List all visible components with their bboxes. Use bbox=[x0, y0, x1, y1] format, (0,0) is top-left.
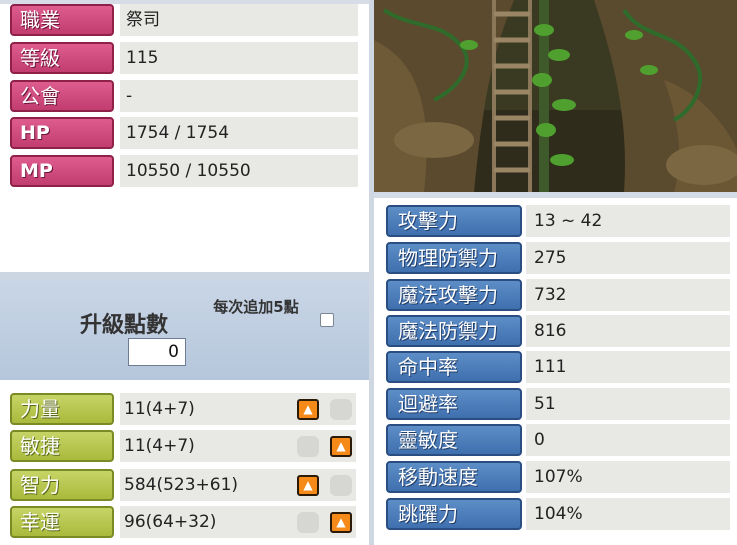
magic-def-value: 816 bbox=[526, 315, 730, 347]
dex-label: 敏捷 bbox=[10, 430, 114, 462]
combat-row-speed: 移動速度 107% bbox=[386, 461, 730, 493]
phys-def-value: 275 bbox=[526, 242, 730, 274]
stat-row-dex: 敏捷 11(4+7) ▲ bbox=[10, 430, 356, 462]
dex-disabled-slot bbox=[297, 436, 319, 457]
level-points-label: 升級點數 bbox=[80, 313, 169, 338]
combat-row-accuracy: 命中率 111 bbox=[386, 351, 730, 383]
info-row-mp: MP 10550 / 10550 bbox=[10, 155, 358, 187]
evasion-value: 51 bbox=[526, 388, 730, 420]
combat-row-evasion: 迴避率 51 bbox=[386, 388, 730, 420]
guild-value: - bbox=[120, 80, 358, 112]
magic-atk-value: 732 bbox=[526, 279, 730, 311]
stat-row-luk: 幸運 96(64+32) ▲ bbox=[10, 506, 356, 538]
agility-value: 0 bbox=[526, 424, 730, 456]
str-label: 力量 bbox=[10, 393, 114, 425]
level-value: 115 bbox=[120, 42, 358, 74]
level-points-input[interactable] bbox=[128, 338, 186, 366]
phys-def-label: 物理防禦力 bbox=[386, 242, 522, 274]
combat-row-magic-def: 魔法防禦力 816 bbox=[386, 315, 730, 347]
luk-value: 96(64+32) bbox=[120, 506, 356, 538]
luk-increase-button[interactable]: ▲ bbox=[330, 512, 352, 533]
str-disabled-slot bbox=[330, 399, 352, 420]
int-label: 智力 bbox=[10, 469, 114, 501]
level-point-area: 升級點數 每次追加5點 bbox=[0, 272, 369, 380]
up-arrow-icon: ▲ bbox=[303, 402, 313, 416]
stat-row-str: 力量 11(4+7) ▲ bbox=[10, 393, 356, 425]
info-row-guild: 公會 - bbox=[10, 80, 358, 112]
evasion-label: 迴避率 bbox=[386, 388, 522, 420]
combat-row-phys-def: 物理防禦力 275 bbox=[386, 242, 730, 274]
int-increase-button[interactable]: ▲ bbox=[297, 475, 319, 496]
mp-label: MP bbox=[10, 155, 114, 187]
magic-def-label: 魔法防禦力 bbox=[386, 315, 522, 347]
str-increase-button[interactable]: ▲ bbox=[297, 399, 319, 420]
dex-value: 11(4+7) bbox=[120, 430, 356, 462]
luk-label: 幸運 bbox=[10, 506, 114, 538]
jump-label: 跳躍力 bbox=[386, 498, 522, 530]
jungle-scene-image bbox=[374, 0, 737, 192]
up-arrow-icon: ▲ bbox=[303, 478, 313, 492]
attack-label: 攻擊力 bbox=[386, 205, 522, 237]
str-value: 11(4+7) bbox=[120, 393, 356, 425]
level-label: 等級 bbox=[10, 42, 114, 74]
job-label: 職業 bbox=[10, 4, 114, 36]
speed-label: 移動速度 bbox=[386, 461, 522, 493]
accuracy-value: 111 bbox=[526, 351, 730, 383]
int-disabled-slot bbox=[330, 475, 352, 496]
magic-atk-label: 魔法攻擊力 bbox=[386, 279, 522, 311]
bulk-add-checkbox[interactable] bbox=[320, 313, 334, 327]
job-value: 祭司 bbox=[120, 4, 358, 36]
bulk-add-label: 每次追加5點 bbox=[213, 298, 299, 316]
dex-increase-button[interactable]: ▲ bbox=[330, 436, 352, 457]
combat-row-attack: 攻擊力 13 ~ 42 bbox=[386, 205, 730, 237]
stat-row-int: 智力 584(523+61) ▲ bbox=[10, 469, 356, 501]
combat-row-jump: 跳躍力 104% bbox=[386, 498, 730, 530]
combat-row-agility: 靈敏度 0 bbox=[386, 424, 730, 456]
agility-label: 靈敏度 bbox=[386, 424, 522, 456]
info-row-job: 職業 祭司 bbox=[10, 4, 358, 36]
up-arrow-icon: ▲ bbox=[336, 515, 346, 529]
guild-label: 公會 bbox=[10, 80, 114, 112]
jump-value: 104% bbox=[526, 498, 730, 530]
up-arrow-icon: ▲ bbox=[336, 439, 346, 453]
mp-value: 10550 / 10550 bbox=[120, 155, 358, 187]
character-preview-scene bbox=[374, 0, 737, 192]
luk-disabled-slot bbox=[297, 512, 319, 533]
hp-label: HP bbox=[10, 117, 114, 149]
combat-row-magic-atk: 魔法攻擊力 732 bbox=[386, 279, 730, 311]
attack-value: 13 ~ 42 bbox=[526, 205, 730, 237]
accuracy-label: 命中率 bbox=[386, 351, 522, 383]
int-value: 584(523+61) bbox=[120, 469, 356, 501]
info-row-level: 等級 115 bbox=[10, 42, 358, 74]
info-row-hp: HP 1754 / 1754 bbox=[10, 117, 358, 149]
hp-value: 1754 / 1754 bbox=[120, 117, 358, 149]
speed-value: 107% bbox=[526, 461, 730, 493]
